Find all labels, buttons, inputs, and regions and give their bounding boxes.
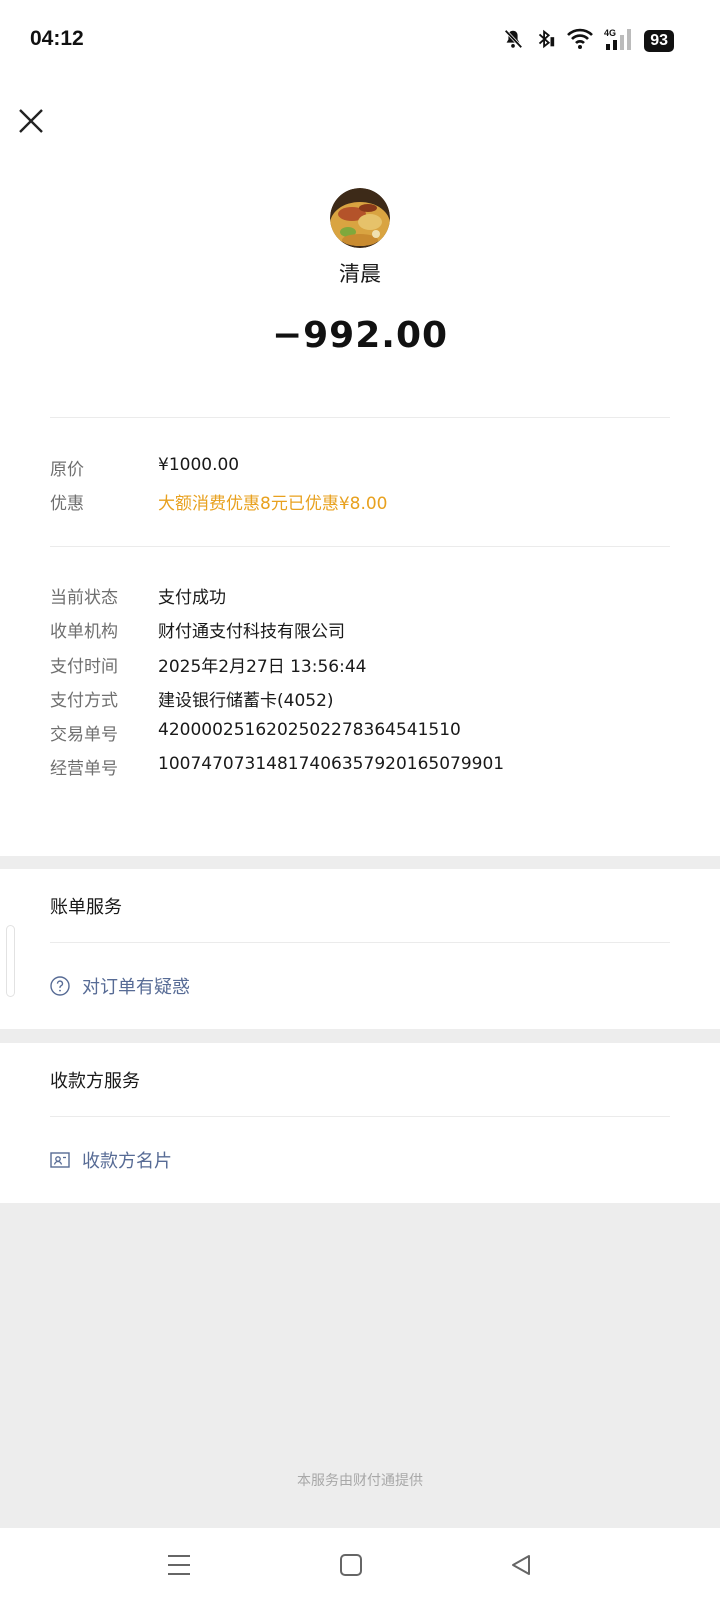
detail-row-status: 当前状态 支付成功 [50,583,670,609]
row-label: 当前状态 [50,588,118,608]
divider [50,546,670,547]
merchant-name: 清晨 [339,262,381,286]
row-value: 财付通支付科技有限公司 [158,622,345,642]
merchant-avatar[interactable] [330,188,390,248]
row-value: ¥1000.00 [158,455,240,475]
side-drag-handle[interactable] [6,925,15,997]
close-button[interactable] [14,104,48,138]
contact-card-icon [50,1152,70,1168]
row-value[interactable]: 4200002516202502278364541510 [158,720,461,740]
divider [50,942,670,943]
bill-service-title: 账单服务 [50,897,122,918]
provider-note: 本服务由财付通提供 [297,1473,423,1489]
signal-4g-icon: 4G [604,27,634,55]
row-label: 支付时间 [50,657,118,677]
menu-icon [168,1555,190,1575]
row-value: 2025年2月27日 13:56:44 [158,657,367,677]
row-label: 收单机构 [50,622,118,642]
back-button[interactable] [506,1550,536,1580]
payee-service-card: 收款方服务 收款方名片 [0,1043,720,1203]
row-label: 交易单号 [50,725,118,745]
close-icon [19,109,43,133]
detail-row-transaction-id: 交易单号 4200002516202502278364541510 [50,720,670,746]
payee-service-title: 收款方服务 [50,1071,140,1092]
svg-text:4G: 4G [604,28,616,38]
order-question-link[interactable]: 对订单有疑惑 [50,973,190,999]
detail-row-merchant-order-id: 经营单号 10074707314817406357920165079901 [50,754,670,780]
wifi-icon [566,28,594,54]
home-square-icon [340,1554,362,1576]
transaction-detail: 清晨 −992.00 原价 ¥1000.00 优惠 大额消费优惠8元已优惠¥8.… [0,82,720,856]
row-value: 建设银行储蓄卡(4052) [158,691,334,711]
row-value: 支付成功 [158,588,226,608]
price-row-original: 原价 ¥1000.00 [50,455,670,481]
system-nav-bar [0,1528,720,1604]
battery-indicator: 93 [644,30,674,52]
row-label: 原价 [50,460,84,480]
status-icons: 4G 93 [502,26,674,56]
detail-row-time: 支付时间 2025年2月27日 13:56:44 [50,652,670,678]
row-label: 经营单号 [50,759,118,779]
divider [50,417,670,418]
bluetooth-icon [534,27,556,55]
bell-off-icon [502,28,524,54]
divider [50,1116,670,1117]
menu-button[interactable] [164,1550,194,1580]
status-bar: 04:12 4G 93 [0,0,720,82]
back-triangle-icon [512,1555,530,1575]
detail-row-method: 支付方式 建设银行储蓄卡(4052) [50,686,670,712]
discount-value: 大额消费优惠8元已优惠¥8.00 [158,494,388,514]
detail-row-acquirer: 收单机构 财付通支付科技有限公司 [50,617,670,643]
row-value[interactable]: 10074707314817406357920165079901 [158,754,504,774]
status-time: 04:12 [30,27,84,50]
row-label: 支付方式 [50,691,118,711]
price-row-discount: 优惠 大额消费优惠8元已优惠¥8.00 [50,489,670,515]
row-label: 优惠 [50,494,84,514]
payee-card-link[interactable]: 收款方名片 [50,1147,172,1173]
question-icon [50,976,70,996]
transaction-amount: −992.00 [271,315,449,356]
home-button[interactable] [336,1550,366,1580]
payee-card-label: 收款方名片 [82,1151,172,1172]
bill-service-card: 账单服务 对订单有疑惑 [0,869,720,1029]
order-question-label: 对订单有疑惑 [82,977,190,998]
